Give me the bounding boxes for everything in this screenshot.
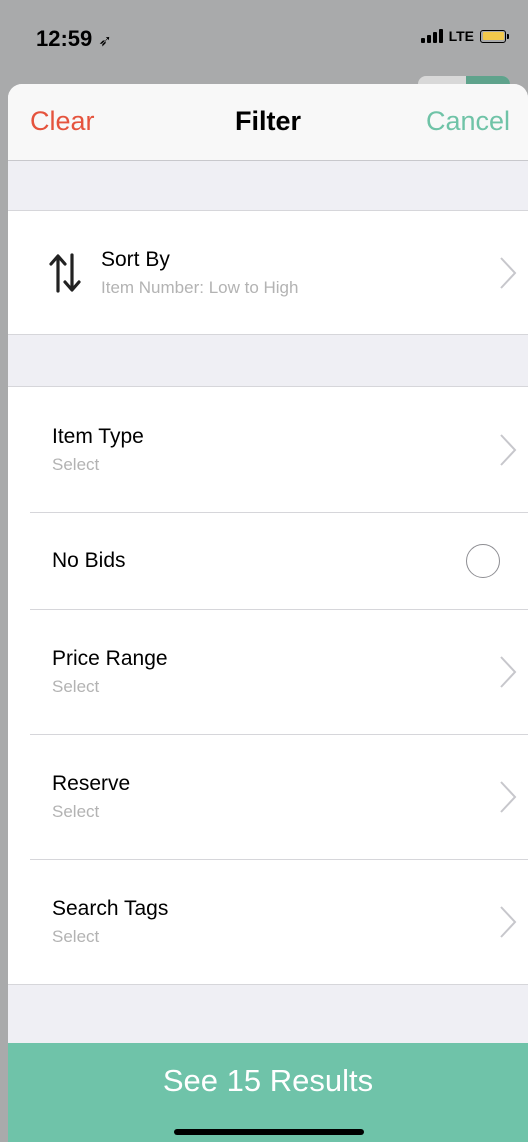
battery-icon <box>480 29 509 43</box>
see-results-button[interactable]: See 15 Results <box>8 1043 528 1142</box>
home-indicator[interactable] <box>174 1129 364 1135</box>
navigation-bar: Clear Filter Cancel <box>8 84 528 161</box>
sort-by-row[interactable]: Sort By Item Number: Low to High <box>8 211 528 334</box>
no-bids-row[interactable]: No Bids <box>8 512 528 609</box>
network-label: LTE <box>448 28 474 44</box>
item-type-value: Select <box>52 454 100 474</box>
sort-by-value: Item Number: Low to High <box>101 277 299 297</box>
filter-sheet: Clear Filter Cancel Sort By Item Number:… <box>8 84 528 1142</box>
price-range-label: Price Range <box>52 646 168 670</box>
location-arrow-icon: ➶ <box>98 33 112 50</box>
status-bar: 12:59 ➶ LTE <box>0 0 528 80</box>
filter-group: Item Type Select No Bids Price Range Sel… <box>8 386 528 985</box>
status-indicators: LTE <box>420 28 509 44</box>
chevron-right-icon <box>500 433 517 466</box>
signal-icon <box>420 29 443 43</box>
item-type-label: Item Type <box>52 424 144 448</box>
chevron-right-icon <box>500 905 517 938</box>
chevron-right-icon <box>500 256 517 289</box>
item-type-row[interactable]: Item Type Select <box>8 387 528 512</box>
sort-arrows-icon <box>49 252 81 293</box>
sort-group: Sort By Item Number: Low to High <box>8 210 528 335</box>
search-tags-value: Select <box>52 926 100 946</box>
reserve-row[interactable]: Reserve Select <box>8 734 528 859</box>
sort-by-label: Sort By <box>101 247 170 271</box>
reserve-label: Reserve <box>52 771 131 795</box>
price-range-value: Select <box>52 676 100 696</box>
search-tags-row[interactable]: Search Tags Select <box>8 859 528 984</box>
chevron-right-icon <box>500 655 517 688</box>
cancel-button[interactable]: Cancel <box>426 106 510 137</box>
no-bids-label: No Bids <box>52 548 126 572</box>
time-text: 12:59 <box>36 26 93 51</box>
chevron-right-icon <box>500 780 517 813</box>
reserve-value: Select <box>52 801 100 821</box>
status-time: 12:59 ➶ <box>36 26 112 52</box>
search-tags-label: Search Tags <box>52 896 169 920</box>
price-range-row[interactable]: Price Range Select <box>8 609 528 734</box>
no-bids-radio[interactable] <box>466 543 500 578</box>
